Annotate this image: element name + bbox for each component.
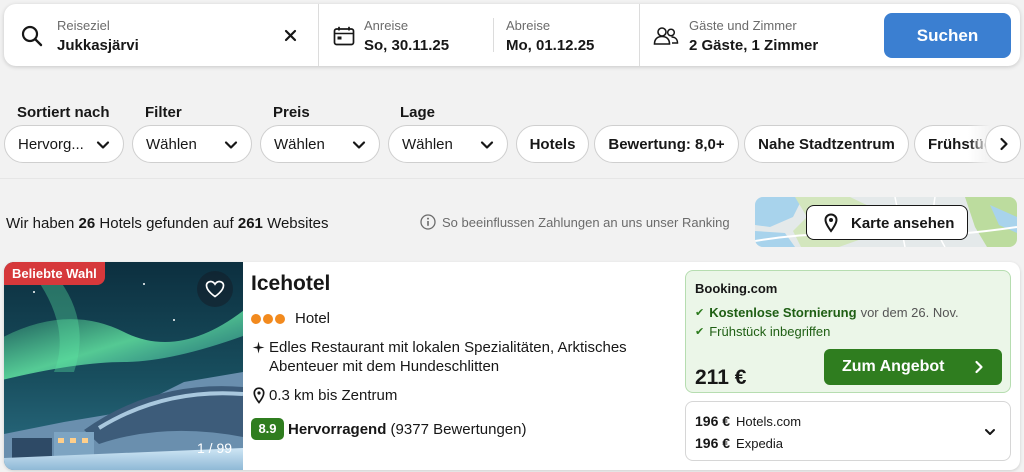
chevron-right-icon <box>975 360 983 374</box>
star-dot <box>275 313 285 324</box>
checkout-value: Mo, 01.12.25 <box>506 37 595 54</box>
ranking-note: So beeinflussen Zahlungen an uns unser R… <box>442 214 730 230</box>
guests-value: 2 Gäste, 1 Zimmer <box>689 37 819 54</box>
search-bar: Reiseziel Jukkasjärvi Anreise So, 30.11.… <box>4 4 1020 66</box>
chevron-right-icon <box>1000 137 1008 151</box>
star-dot <box>251 313 261 324</box>
view-map-button[interactable]: Karte ansehen <box>806 205 968 240</box>
destination-label: Reiseziel <box>57 18 110 33</box>
view-map-label: Karte ansehen <box>851 215 955 232</box>
perk-bold: Kostenlose Stornierung <box>709 305 857 320</box>
results-summary: Wir haben 26 Hotels gefunden auf 261 Web… <box>6 215 328 232</box>
offer-site: Expedia <box>736 436 784 451</box>
checkout-field[interactable]: Abreise Mo, 01.12.25 <box>494 4 639 66</box>
chevron-down-icon <box>96 141 110 149</box>
hotel-stars: Hotel <box>251 310 330 327</box>
offer-price: 196 € <box>695 435 731 451</box>
chip-label: Nahe Stadtzentrum <box>758 136 895 153</box>
hotel-name[interactable]: Icehotel <box>251 272 330 296</box>
rating-summary[interactable]: Hervorragend (9377 Bewertungen) <box>288 421 526 438</box>
hotel-card[interactable]: Beliebte Wahl 1 / 99 Icehotel Hotel Edle… <box>4 262 1020 470</box>
hotel-type: Hotel <box>295 310 331 327</box>
results-prefix: Wir haben <box>6 215 75 232</box>
info-icon <box>420 214 436 230</box>
hotel-photo[interactable]: Beliebte Wahl 1 / 99 <box>4 262 243 470</box>
guests-field[interactable]: Gäste und Zimmer 2 Gäste, 1 Zimmer <box>640 4 876 66</box>
top-deal[interactable]: Booking.com ✔ Kostenlose Stornierung vor… <box>685 270 1011 393</box>
section-divider <box>0 178 1024 179</box>
filters-next-button[interactable] <box>985 125 1021 163</box>
star-dot <box>263 313 273 324</box>
price-label: Preis <box>273 104 310 121</box>
perk-breakfast: ✔ Frühstück inbegriffen <box>695 324 830 339</box>
rating-word: Hervorragend <box>288 421 387 438</box>
search-button[interactable]: Suchen <box>884 13 1011 58</box>
offer-price: 196 € <box>695 413 731 429</box>
hotel-highlights: Edles Restaurant mit lokalen Spezialität… <box>269 339 627 375</box>
chevron-down-icon <box>224 141 238 149</box>
location-value: Wählen <box>402 136 453 153</box>
perk-text: Frühstück inbegriffen <box>709 324 831 339</box>
favorite-button[interactable] <box>197 271 233 307</box>
offer-site: Hotels.com <box>736 414 802 429</box>
map-pin-icon <box>824 213 838 233</box>
offer-row[interactable]: 196 € Expedia <box>695 435 783 451</box>
hotel-count: 26 <box>78 215 96 232</box>
users-icon <box>653 27 679 45</box>
location-label: Lage <box>400 104 436 121</box>
popular-badge: Beliebte Wahl <box>4 262 105 285</box>
checkmark-icon: ✔ <box>695 326 705 338</box>
clear-icon[interactable] <box>284 29 297 42</box>
location-pin-icon <box>253 387 265 404</box>
filter-select[interactable]: Wählen <box>132 125 252 163</box>
guests-label: Gäste und Zimmer <box>689 18 797 33</box>
chip-near-center[interactable]: Nahe Stadtzentrum <box>744 125 909 163</box>
sort-value: Hervorg... <box>18 136 84 153</box>
offer-row[interactable]: 196 € Hotels.com <box>695 413 801 429</box>
distance-to-center: 0.3 km bis Zentrum <box>269 387 398 404</box>
chip-hotels[interactable]: Hotels <box>516 125 589 163</box>
calendar-icon <box>333 26 355 46</box>
search-icon <box>21 25 43 47</box>
chevron-down-icon[interactable] <box>984 426 996 438</box>
photo-counter: 1 / 99 <box>197 440 233 456</box>
destination-field[interactable]: Reiseziel Jukkasjärvi <box>4 4 318 66</box>
results-suffix: Websites <box>267 215 329 232</box>
checkin-label: Anreise <box>364 18 409 33</box>
other-offers[interactable]: 196 € Hotels.com 196 € Expedia <box>685 401 1011 461</box>
rating-score: 8.9 <box>251 418 284 440</box>
filter-label: Filter <box>145 104 182 121</box>
results-middle: Hotels gefunden auf <box>99 215 234 232</box>
checkout-label: Abreise <box>506 18 551 33</box>
checkmark-icon: ✔ <box>695 307 705 319</box>
price-value: Wählen <box>274 136 325 153</box>
chip-rating[interactable]: Bewertung: 8,0+ <box>594 125 739 163</box>
chevron-down-icon <box>480 141 494 149</box>
view-deal-button[interactable]: Zum Angebot <box>824 349 1002 385</box>
price-select[interactable]: Wählen <box>260 125 380 163</box>
destination-value: Jukkasjärvi <box>57 37 139 54</box>
checkin-field[interactable]: Anreise So, 30.11.25 <box>319 4 493 66</box>
sparkle-icon <box>252 341 265 354</box>
rating-count: (9377 Bewertungen) <box>390 421 527 438</box>
site-count: 261 <box>237 215 263 232</box>
deal-site: Booking.com <box>695 281 778 296</box>
perk-free-cancellation: ✔ Kostenlose Stornierung vor dem 26. Nov… <box>695 305 959 320</box>
filter-value: Wählen <box>146 136 197 153</box>
ranking-info-link[interactable]: So beeinflussen Zahlungen an uns unser R… <box>420 214 730 230</box>
chevron-down-icon <box>352 141 366 149</box>
perk-detail: vor dem 26. Nov. <box>860 305 959 320</box>
chip-label: Hotels <box>529 136 576 153</box>
checkin-value: So, 30.11.25 <box>364 37 450 54</box>
heart-icon <box>205 280 225 298</box>
deal-price: 211 € <box>695 366 747 389</box>
sort-label: Sortiert nach <box>17 104 110 121</box>
chip-label: Bewertung: 8,0+ <box>608 136 725 153</box>
location-select[interactable]: Wählen <box>388 125 508 163</box>
view-deal-label: Zum Angebot <box>842 358 945 375</box>
sort-select[interactable]: Hervorg... <box>4 125 124 163</box>
